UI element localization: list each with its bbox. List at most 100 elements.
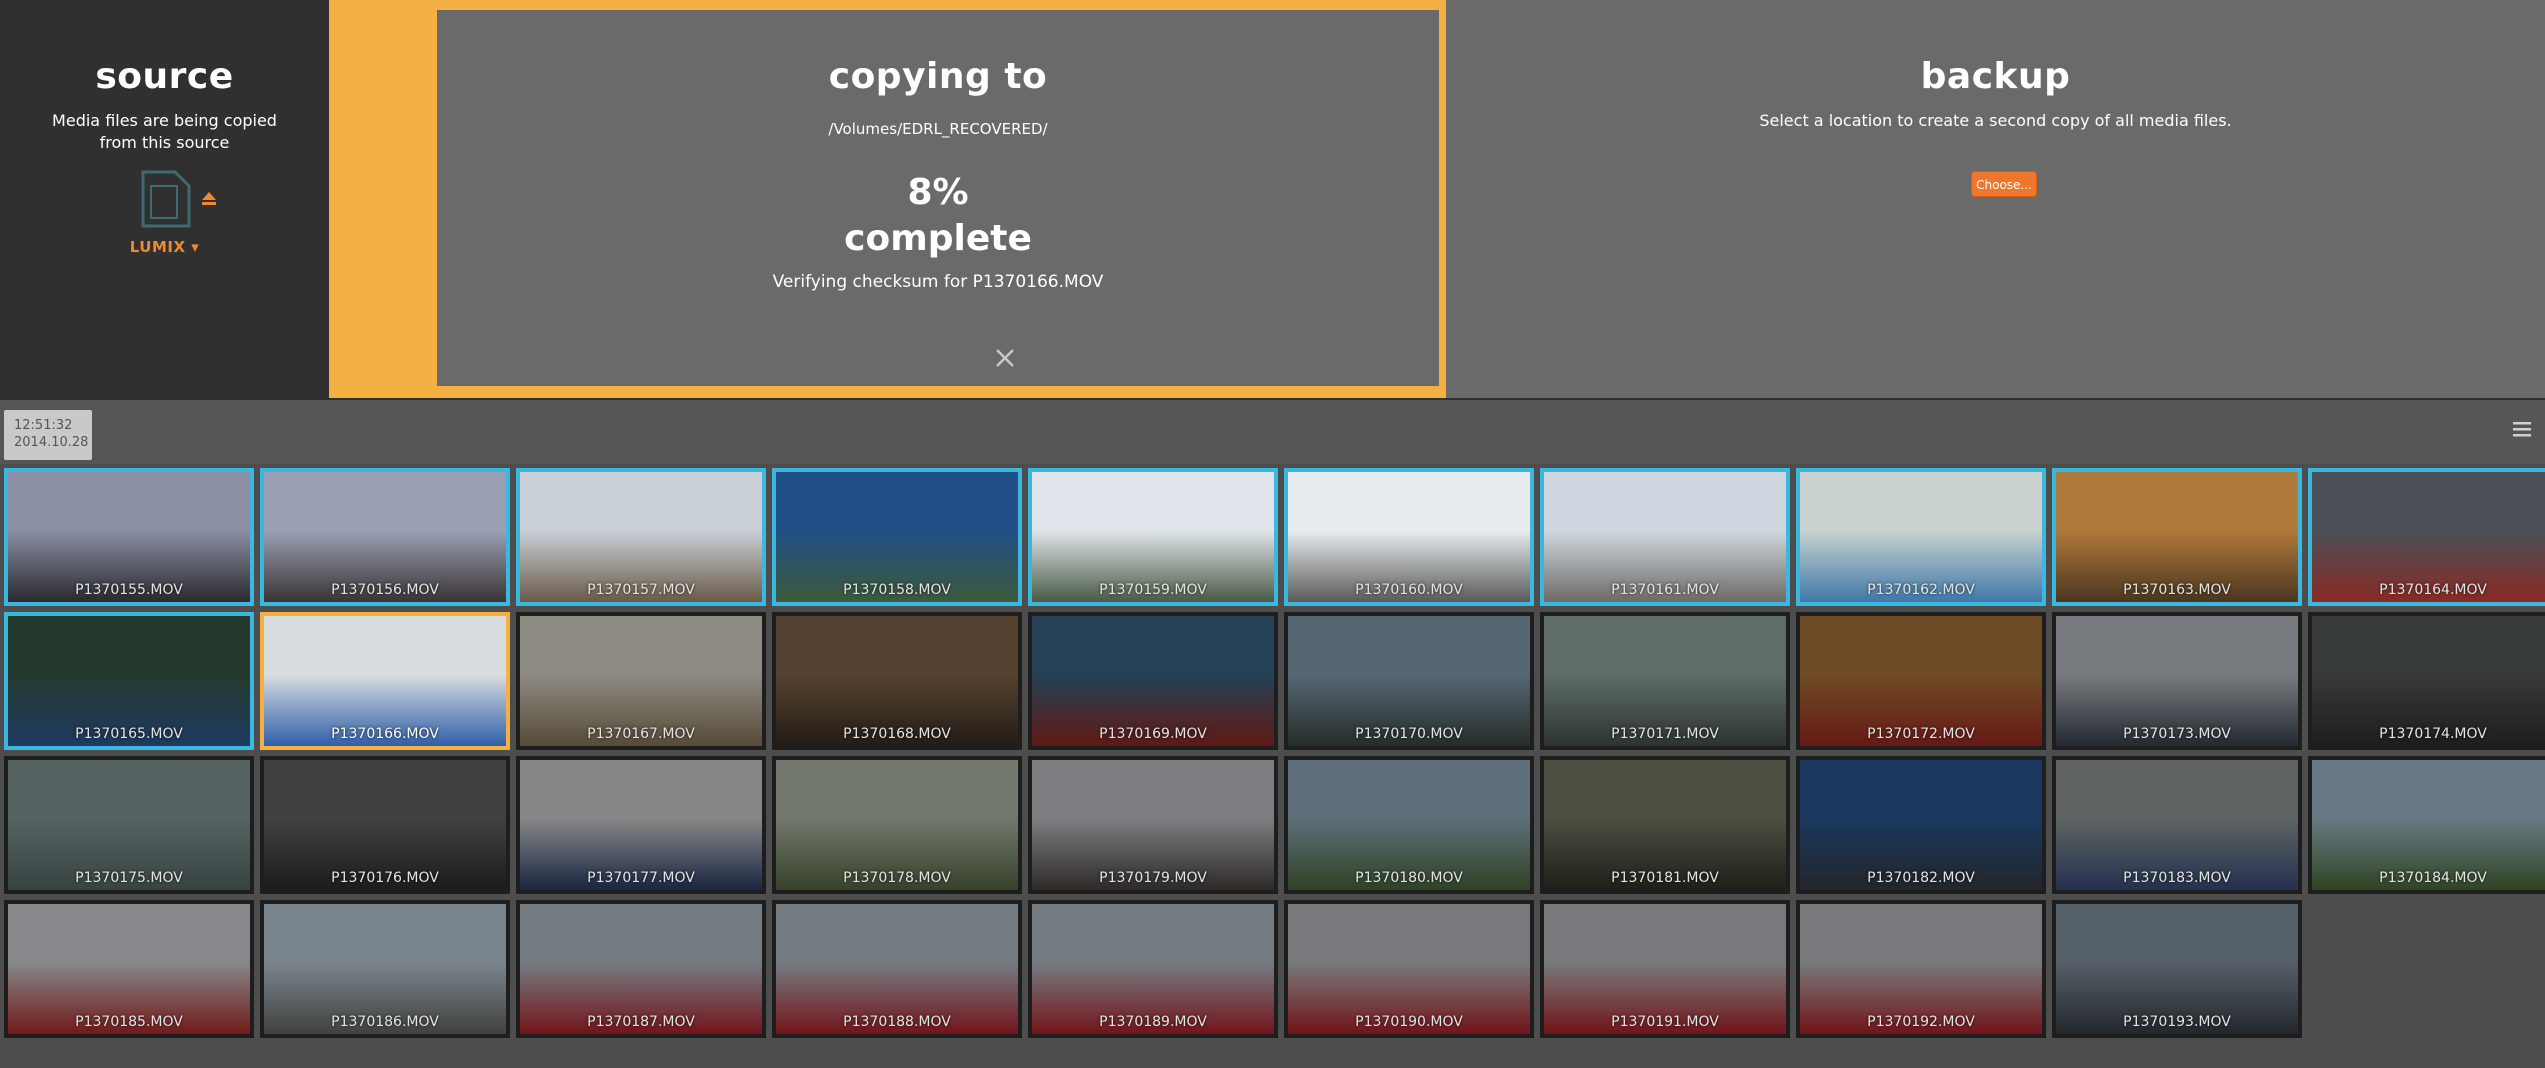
media-thumbnail[interactable]: P1370159.MOV: [1028, 468, 1278, 606]
sd-card-icon: [137, 168, 193, 230]
thumbnail-filename: P1370191.MOV: [1611, 1014, 1719, 1030]
thumbnail-filename: P1370176.MOV: [331, 870, 439, 886]
status-text: Verifying checksum for P1370166.MOV: [772, 272, 1104, 292]
media-thumbnail[interactable]: P1370180.MOV: [1284, 756, 1534, 894]
thumbnail-filename: P1370180.MOV: [1355, 870, 1463, 886]
thumbnail-filename: P1370175.MOV: [75, 870, 183, 886]
media-thumbnail[interactable]: P1370172.MOV: [1796, 612, 2046, 750]
eject-icon[interactable]: [201, 190, 217, 206]
media-thumbnail[interactable]: P1370186.MOV: [260, 900, 510, 1038]
thumbnail-filename: P1370182.MOV: [1867, 870, 1975, 886]
media-thumbnail[interactable]: P1370171.MOV: [1540, 612, 1790, 750]
thumbnail-filename: P1370158.MOV: [843, 582, 951, 598]
hamburger-menu-icon[interactable]: [2511, 418, 2533, 440]
backup-panel: backup Select a location to create a sec…: [1446, 0, 2545, 398]
media-thumbnail[interactable]: P1370163.MOV: [2052, 468, 2302, 606]
destination-path: /Volumes/EDRL_RECOVERED/: [828, 120, 1048, 138]
media-thumbnail[interactable]: P1370165.MOV: [4, 612, 254, 750]
thumbnail-filename: P1370169.MOV: [1099, 726, 1207, 742]
media-thumbnail[interactable]: P1370189.MOV: [1028, 900, 1278, 1038]
thumbnail-filename: P1370174.MOV: [2379, 726, 2487, 742]
media-thumbnail[interactable]: P1370176.MOV: [260, 756, 510, 894]
thumbnail-filename: P1370193.MOV: [2123, 1014, 2231, 1030]
thumbnail-filename: P1370155.MOV: [75, 582, 183, 598]
media-thumbnail[interactable]: P1370169.MOV: [1028, 612, 1278, 750]
copying-panel: copying to /Volumes/EDRL_RECOVERED/ 8% c…: [437, 10, 1439, 386]
media-thumbnail[interactable]: P1370161.MOV: [1540, 468, 1790, 606]
media-thumbnail[interactable]: P1370177.MOV: [516, 756, 766, 894]
media-thumbnail[interactable]: P1370185.MOV: [4, 900, 254, 1038]
thumbnail-filename: P1370163.MOV: [2123, 582, 2231, 598]
thumbnail-filename: P1370184.MOV: [2379, 870, 2487, 886]
media-thumbnail[interactable]: P1370157.MOV: [516, 468, 766, 606]
thumbnail-filename: P1370181.MOV: [1611, 870, 1719, 886]
thumbnail-filename: P1370178.MOV: [843, 870, 951, 886]
thumbnail-filename: P1370173.MOV: [2123, 726, 2231, 742]
media-thumbnail[interactable]: P1370173.MOV: [2052, 612, 2302, 750]
media-thumbnail[interactable]: P1370183.MOV: [2052, 756, 2302, 894]
media-thumbnail[interactable]: P1370155.MOV: [4, 468, 254, 606]
thumbnail-filename: P1370166.MOV: [331, 726, 439, 742]
thumbnail-filename: P1370186.MOV: [331, 1014, 439, 1030]
copying-title: copying to: [828, 56, 1048, 97]
progress-percent: 8%: [907, 172, 969, 213]
progress-complete-label: complete: [844, 218, 1032, 259]
thumbnail-filename: P1370172.MOV: [1867, 726, 1975, 742]
thumbnail-filename: P1370159.MOV: [1099, 582, 1207, 598]
date-text: 2014.10.28: [14, 435, 89, 450]
media-thumbnail[interactable]: P1370184.MOV: [2308, 756, 2545, 894]
source-description: Media files are being copied from this s…: [52, 111, 277, 152]
source-title: source: [95, 56, 234, 97]
media-thumbnail[interactable]: P1370191.MOV: [1540, 900, 1790, 1038]
thumbnail-filename: P1370179.MOV: [1099, 870, 1207, 886]
media-thumbnail[interactable]: P1370170.MOV: [1284, 612, 1534, 750]
media-thumbnail[interactable]: P1370178.MOV: [772, 756, 1022, 894]
media-thumbnail[interactable]: P1370181.MOV: [1540, 756, 1790, 894]
media-thumbnail[interactable]: P1370166.MOV: [260, 612, 510, 750]
media-thumbnail[interactable]: P1370164.MOV: [2308, 468, 2545, 606]
media-thumbnail[interactable]: P1370193.MOV: [2052, 900, 2302, 1038]
timeline-bar: 12:51:32 2014.10.28: [0, 398, 2545, 466]
media-thumbnail[interactable]: P1370179.MOV: [1028, 756, 1278, 894]
close-icon[interactable]: [993, 346, 1017, 370]
thumbnail-filename: P1370168.MOV: [843, 726, 951, 742]
backup-title: backup: [1920, 56, 2071, 97]
thumbnail-filename: P1370192.MOV: [1867, 1014, 1975, 1030]
media-thumbnail[interactable]: P1370187.MOV: [516, 900, 766, 1038]
media-thumbnail[interactable]: P1370156.MOV: [260, 468, 510, 606]
thumbnail-filename: P1370188.MOV: [843, 1014, 951, 1030]
media-thumbnail-grid: P1370155.MOV P1370156.MOV P1370157.MOV P137…: [0, 464, 2545, 1068]
backup-description: Select a location to create a second cop…: [1759, 111, 2232, 130]
thumbnail-filename: P1370164.MOV: [2379, 582, 2487, 598]
thumbnail-filename: P1370187.MOV: [587, 1014, 695, 1030]
thumbnail-filename: P1370162.MOV: [1867, 582, 1975, 598]
copying-panel-frame: copying to /Volumes/EDRL_RECOVERED/ 8% c…: [329, 0, 1446, 398]
media-thumbnail[interactable]: P1370188.MOV: [772, 900, 1022, 1038]
top-panels: source Media files are being copied from…: [0, 0, 2545, 398]
thumbnail-filename: P1370156.MOV: [331, 582, 439, 598]
source-panel: source Media files are being copied from…: [0, 0, 329, 398]
media-thumbnail[interactable]: P1370160.MOV: [1284, 468, 1534, 606]
thumbnail-filename: P1370190.MOV: [1355, 1014, 1463, 1030]
thumbnail-filename: P1370171.MOV: [1611, 726, 1719, 742]
media-thumbnail[interactable]: P1370175.MOV: [4, 756, 254, 894]
media-thumbnail[interactable]: P1370174.MOV: [2308, 612, 2545, 750]
media-thumbnail[interactable]: P1370168.MOV: [772, 612, 1022, 750]
timestamp-badge: 12:51:32 2014.10.28: [4, 410, 92, 460]
thumbnail-filename: P1370157.MOV: [587, 582, 695, 598]
thumbnail-filename: P1370183.MOV: [2123, 870, 2231, 886]
thumbnail-filename: P1370160.MOV: [1355, 582, 1463, 598]
thumbnail-filename: P1370170.MOV: [1355, 726, 1463, 742]
source-device-selector[interactable]: LUMIX ▾: [0, 238, 329, 256]
media-thumbnail[interactable]: P1370167.MOV: [516, 612, 766, 750]
media-thumbnail[interactable]: P1370162.MOV: [1796, 468, 2046, 606]
media-thumbnail[interactable]: P1370182.MOV: [1796, 756, 2046, 894]
thumbnail-filename: P1370165.MOV: [75, 726, 183, 742]
thumbnail-filename: P1370189.MOV: [1099, 1014, 1207, 1030]
thumbnail-filename: P1370177.MOV: [587, 870, 695, 886]
media-thumbnail[interactable]: P1370192.MOV: [1796, 900, 2046, 1038]
thumbnail-filename: P1370161.MOV: [1611, 582, 1719, 598]
media-thumbnail[interactable]: P1370158.MOV: [772, 468, 1022, 606]
media-thumbnail[interactable]: P1370190.MOV: [1284, 900, 1534, 1038]
choose-button[interactable]: Choose...: [1971, 171, 2037, 197]
